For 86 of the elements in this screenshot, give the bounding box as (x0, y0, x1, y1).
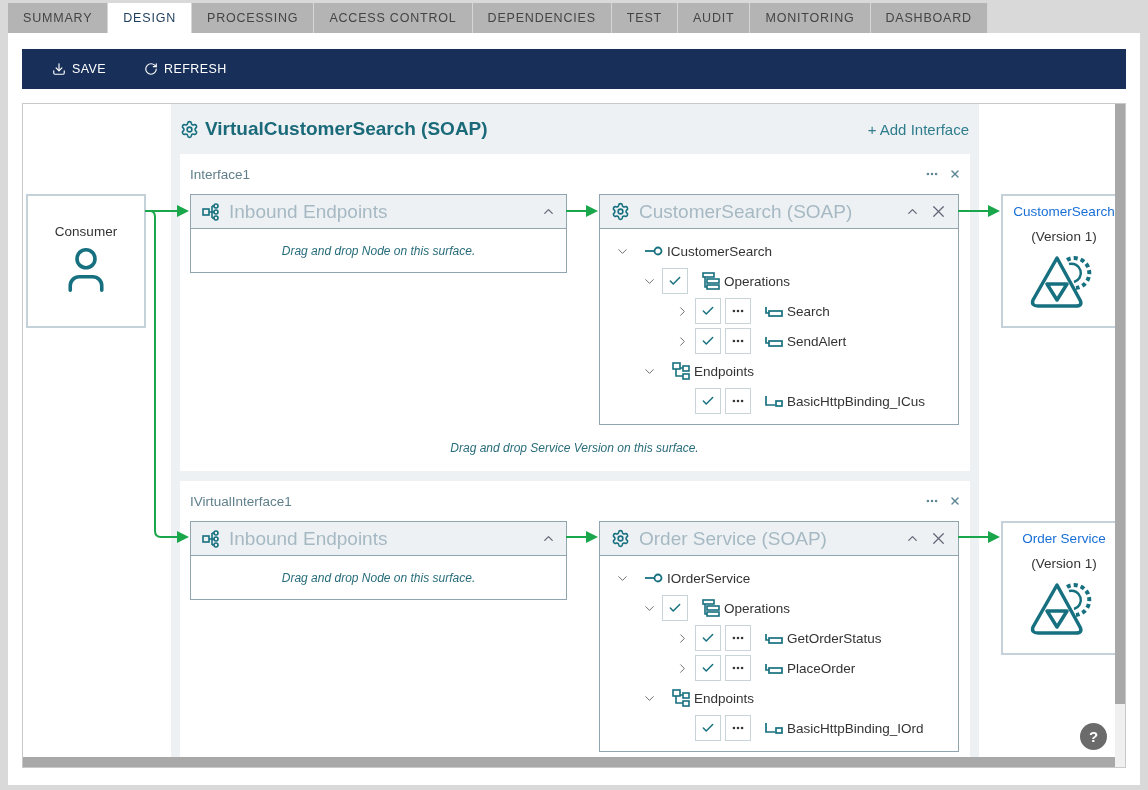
toolbar-button[interactable]: SAVE (52, 62, 107, 76)
version-label: (Version 1) (1030, 229, 1098, 244)
interface-icon (645, 573, 663, 583)
checkbox[interactable] (695, 715, 721, 741)
operation-icon (765, 662, 783, 674)
consumer-node[interactable]: Consumer (26, 194, 146, 328)
box-title: Order Service (SOAP) (639, 527, 828, 550)
service-version-card[interactable]: CustomerSearch (Version 1) (1001, 194, 1115, 328)
close-icon (949, 495, 961, 507)
check-icon (701, 394, 715, 408)
close-button[interactable] (949, 168, 961, 180)
box-title: CustomerSearch (SOAP) (639, 200, 854, 223)
virtual-service-title: VirtualCustomerSearch (SOAP) (205, 118, 488, 140)
drop-hint: Drag and drop Node on this surface. (280, 242, 477, 260)
interface-icon (645, 246, 663, 256)
connector-arrow (565, 205, 598, 217)
gear-icon (180, 119, 199, 139)
endpoints-icon (672, 689, 690, 707)
tree-item-label[interactable]: IOrderService (667, 570, 751, 586)
tab[interactable]: MONITORING (750, 3, 871, 33)
checkbox[interactable] (695, 298, 721, 324)
tab[interactable]: PROCESSING (192, 3, 315, 33)
tree-item-label[interactable]: Search (787, 303, 830, 319)
connector-arrow (565, 531, 598, 543)
refresh-icon (144, 62, 159, 76)
interface-name: IVirtualInterface1 (190, 493, 292, 509)
tab[interactable]: ACCESS CONTROL (314, 3, 473, 33)
service-version-card[interactable]: Order Service (Version 1) (1001, 521, 1115, 655)
tab[interactable]: DEPENDENCIES (472, 3, 612, 33)
check-icon (668, 601, 682, 615)
checkbox[interactable] (695, 388, 721, 414)
nodes-icon (202, 529, 220, 548)
operation-icon (765, 335, 783, 347)
gear-icon (611, 202, 630, 221)
consumer-label: Consumer (54, 224, 118, 239)
close-icon (949, 168, 961, 180)
drop-hint: Drag and drop Node on this surface. (280, 569, 477, 587)
tree-item-label[interactable]: BasicHttpBinding_ICus (787, 393, 926, 409)
nodes-icon (202, 202, 220, 221)
box-title: Inbound Endpoints (229, 527, 389, 550)
tab[interactable]: DESIGN (108, 3, 192, 33)
tree-item-label[interactable]: Endpoints (694, 363, 755, 379)
connector-arrow (957, 531, 1000, 543)
checkbox[interactable] (695, 328, 721, 354)
tab[interactable]: SUMMARY (8, 3, 109, 33)
add-interface-link[interactable]: + Add Interface (867, 120, 969, 138)
connector-arrow (957, 205, 1000, 217)
endpoint-icon (765, 722, 783, 734)
check-icon (701, 721, 715, 735)
tab[interactable]: DASHBOARD (870, 3, 988, 33)
checkbox[interactable] (662, 268, 688, 294)
endpoints-icon (672, 362, 690, 380)
operation-icon (765, 305, 783, 317)
tree-item-label[interactable]: GetOrderStatus (787, 630, 882, 646)
drop-hint: Drag and drop Service Version on this surface. (449, 440, 700, 457)
tree-item-label[interactable]: SendAlert (787, 333, 847, 349)
tab[interactable]: AUDIT (677, 3, 751, 33)
interface-name: Interface1 (190, 166, 251, 182)
checkbox[interactable] (662, 595, 688, 621)
download-icon (52, 62, 66, 76)
operation-icon (765, 632, 783, 644)
tree-item-label[interactable]: Operations (724, 600, 791, 616)
stack-icon (702, 599, 720, 617)
tree-item-label[interactable]: PlaceOrder (787, 660, 856, 676)
toolbar-button[interactable]: REFRESH (144, 62, 227, 76)
service-version-link[interactable]: Order Service (1009, 531, 1115, 546)
box-title: Inbound Endpoints (229, 200, 389, 223)
tree-item-label[interactable]: BasicHttpBinding_IOrd (787, 720, 924, 736)
check-icon (701, 334, 715, 348)
close-button[interactable] (949, 495, 961, 507)
check-icon (701, 631, 715, 645)
checkbox[interactable] (695, 625, 721, 651)
tree-item-label[interactable]: ICustomerSearch (667, 243, 773, 259)
tree-item-label[interactable]: Operations (724, 273, 791, 289)
service-version-link[interactable]: CustomerSearch (1009, 204, 1115, 219)
version-label: (Version 1) (1030, 556, 1098, 571)
check-icon (668, 274, 682, 288)
gear-icon (611, 529, 630, 548)
tree-item-label[interactable]: Endpoints (694, 690, 755, 706)
tab[interactable]: TEST (611, 3, 678, 33)
endpoint-icon (765, 395, 783, 407)
horizontal-scrollbar[interactable] (23, 757, 1115, 767)
check-icon (701, 304, 715, 318)
stack-icon (702, 272, 720, 290)
check-icon (701, 661, 715, 675)
checkbox[interactable] (695, 655, 721, 681)
